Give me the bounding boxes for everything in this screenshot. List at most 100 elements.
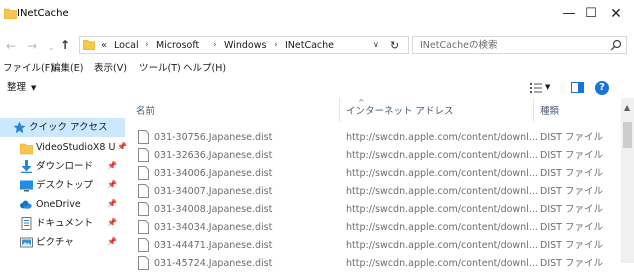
menu-file[interactable]: ファイル(F) — [3, 62, 54, 75]
star-icon — [13, 121, 26, 134]
file-icon — [138, 184, 149, 198]
file-name: 031-34034.Japanese.dist — [154, 222, 273, 233]
recent-locations-chevron-icon[interactable]: ⌄ — [48, 41, 55, 55]
title-bar[interactable]: INetCache — ☐ ✕ — [0, 0, 634, 31]
table-row[interactable]: 031-32636.Japanese.dist http://swcdn.app… — [126, 146, 620, 164]
breadcrumb-inetcache[interactable]: INetCache — [285, 38, 334, 53]
table-row[interactable]: 031-45724.Japanese.dist http://swcdn.app… — [126, 254, 620, 272]
help-button[interactable]: ? — [595, 81, 609, 95]
onedrive-icon — [20, 200, 32, 209]
documents-icon — [21, 217, 32, 230]
file-type: DIST ファイル — [540, 186, 603, 197]
chevron-down-icon[interactable]: ∨ — [373, 40, 379, 50]
nav-item-label: VideoStudioX8 U — [36, 142, 116, 153]
column-header-type[interactable]: 種類 — [540, 106, 559, 118]
file-icon — [138, 166, 149, 180]
view-options-icon[interactable] — [530, 83, 542, 93]
caret-down-icon[interactable]: ▼ — [545, 83, 550, 91]
pin-icon[interactable]: 📌 — [107, 199, 117, 209]
file-type: DIST ファイル — [540, 168, 603, 179]
file-icon — [138, 130, 149, 144]
breadcrumb-microsoft[interactable]: Microsoft — [156, 38, 199, 53]
up-arrow-icon[interactable]: ↑ — [60, 38, 70, 52]
column-divider[interactable] — [339, 98, 340, 122]
nav-item-label: ドキュメント — [36, 218, 94, 229]
caret-down-icon[interactable]: ▼ — [31, 84, 36, 92]
search-box[interactable]: INetCacheの検索 — [412, 36, 627, 54]
search-input[interactable]: INetCacheの検索 — [420, 38, 498, 53]
preview-pane-icon[interactable] — [571, 82, 584, 93]
pin-icon[interactable]: 📌 — [107, 237, 117, 247]
column-header-url[interactable]: インターネット アドレス — [346, 106, 454, 118]
file-url: http://swcdn.apple.com/content/downl... — [346, 222, 538, 233]
table-row[interactable]: 031-34008.Japanese.dist http://swcdn.app… — [126, 200, 620, 218]
nav-item-downloads[interactable]: ダウンロード 📌 — [0, 157, 125, 176]
menu-tools[interactable]: ツール(T) — [139, 62, 181, 75]
window-title: INetCache — [17, 8, 69, 19]
navigation-pane: クイック アクセス VideoStudioX8 U 📌 ダウンロード 📌 デスク… — [0, 98, 127, 263]
file-url: http://swcdn.apple.com/content/downl... — [346, 150, 538, 161]
nav-item-label: OneDrive — [36, 199, 81, 210]
file-name: 031-34007.Japanese.dist — [154, 186, 273, 197]
breadcrumb-separator[interactable]: › — [274, 38, 278, 53]
nav-item-desktop[interactable]: デスクトップ 📌 — [0, 176, 125, 195]
breadcrumb-separator[interactable]: › — [145, 38, 149, 53]
column-divider[interactable] — [533, 98, 534, 122]
scroll-up-arrow-icon[interactable]: ▲ — [624, 104, 630, 112]
menu-view[interactable]: 表示(V) — [94, 62, 127, 75]
file-url: http://swcdn.apple.com/content/downl... — [346, 240, 538, 251]
search-icon[interactable] — [610, 39, 622, 51]
scrollbar-thumb[interactable] — [623, 122, 632, 148]
nav-item-label: ダウンロード — [36, 161, 94, 172]
table-row[interactable]: 031-34007.Japanese.dist http://swcdn.app… — [126, 182, 620, 200]
address-row: ← → ⌄ ↑ « Local › Microsoft › Windows › … — [0, 31, 634, 60]
nav-item-videostudio[interactable]: VideoStudioX8 U 📌 — [0, 138, 127, 157]
folder-icon — [4, 8, 17, 19]
file-icon — [138, 148, 149, 162]
nav-item-quick-access[interactable]: クイック アクセス — [0, 118, 125, 137]
close-button[interactable]: ✕ — [606, 6, 626, 22]
refresh-icon[interactable]: ↻ — [390, 38, 399, 53]
table-row[interactable]: 031-34006.Japanese.dist http://swcdn.app… — [126, 164, 620, 182]
pin-icon[interactable]: 📌 — [107, 161, 117, 171]
menu-edit[interactable]: 編集(E) — [51, 62, 83, 75]
breadcrumb-overflow[interactable]: « — [101, 38, 107, 53]
file-name: 031-30756.Japanese.dist — [154, 132, 273, 143]
file-url: http://swcdn.apple.com/content/downl... — [346, 132, 538, 143]
maximize-button[interactable]: ☐ — [581, 6, 601, 22]
file-type: DIST ファイル — [540, 222, 603, 233]
nav-item-pictures[interactable]: ピクチャ 📌 — [0, 233, 125, 252]
file-type: DIST ファイル — [540, 150, 603, 161]
pin-icon[interactable]: 📌 — [107, 180, 117, 190]
table-row[interactable]: 031-30756.Japanese.dist http://swcdn.app… — [126, 128, 620, 146]
folder-icon — [20, 143, 33, 155]
file-type: DIST ファイル — [540, 204, 603, 215]
forward-arrow-icon[interactable]: → — [27, 39, 37, 53]
file-type: DIST ファイル — [540, 258, 603, 269]
desktop-icon — [20, 180, 33, 192]
table-row[interactable]: 031-34034.Japanese.dist http://swcdn.app… — [126, 218, 620, 236]
breadcrumb-separator[interactable]: › — [213, 38, 217, 53]
breadcrumb-local[interactable]: Local — [114, 38, 139, 53]
file-name: 031-34006.Japanese.dist — [154, 168, 273, 179]
file-url: http://swcdn.apple.com/content/downl... — [346, 204, 538, 215]
file-url: http://swcdn.apple.com/content/downl... — [346, 168, 538, 179]
breadcrumb-windows[interactable]: Windows — [224, 38, 266, 53]
vertical-scrollbar[interactable]: ▲ — [621, 98, 634, 263]
nav-item-onedrive[interactable]: OneDrive 📌 — [0, 195, 125, 214]
minimize-button[interactable]: — — [559, 6, 579, 22]
column-header-name[interactable]: 名前 — [136, 106, 155, 118]
back-arrow-icon[interactable]: ← — [6, 39, 16, 53]
table-row[interactable]: 031-44471.Japanese.dist http://swcdn.app… — [126, 236, 620, 254]
file-name: 031-32636.Japanese.dist — [154, 150, 273, 161]
column-headers: ^ 名前 インターネット アドレス 種類 — [126, 98, 620, 122]
file-icon — [138, 238, 149, 252]
file-name: 031-45724.Japanese.dist — [154, 258, 273, 269]
pin-icon[interactable]: 📌 — [107, 218, 117, 228]
address-bar[interactable]: « Local › Microsoft › Windows › INetCach… — [79, 36, 409, 54]
file-url: http://swcdn.apple.com/content/downl... — [346, 186, 538, 197]
organize-button[interactable]: 整理 — [7, 81, 26, 94]
nav-item-documents[interactable]: ドキュメント 📌 — [0, 214, 125, 233]
nav-item-label: ピクチャ — [36, 237, 74, 248]
menu-help[interactable]: ヘルプ(H) — [183, 62, 226, 75]
